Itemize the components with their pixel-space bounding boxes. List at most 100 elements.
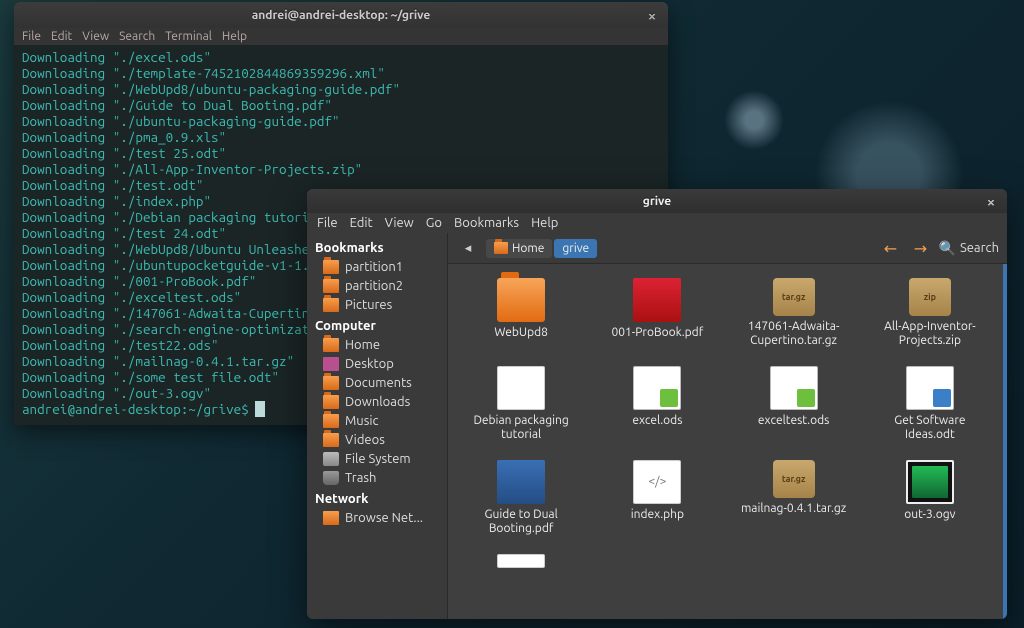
file-item[interactable]: Get Software Ideas.odt bbox=[865, 366, 995, 442]
sidebar-item-label: Videos bbox=[345, 433, 385, 447]
sidebar-item-videos[interactable]: Videos bbox=[315, 431, 441, 449]
sidebar-item-label: Home bbox=[345, 338, 380, 352]
sidebar-item-browse-network[interactable]: Browse Net... bbox=[315, 509, 441, 527]
file-item[interactable]: index.php bbox=[592, 460, 722, 536]
documents-icon bbox=[323, 376, 339, 390]
sidebar-item-documents[interactable]: Documents bbox=[315, 374, 441, 392]
search-label: Search bbox=[960, 241, 999, 255]
videos-icon bbox=[323, 433, 339, 447]
fm-menu-bookmarks[interactable]: Bookmarks bbox=[454, 216, 519, 230]
drive-icon bbox=[323, 452, 339, 466]
sidebar-item-partition1[interactable]: partition1 bbox=[315, 258, 441, 276]
breadcrumb: Home grive bbox=[486, 239, 597, 258]
fm-menu-view[interactable]: View bbox=[385, 216, 414, 230]
search-icon: 🔍 bbox=[939, 240, 956, 257]
php-icon bbox=[633, 460, 681, 504]
sidebar-item-downloads[interactable]: Downloads bbox=[315, 393, 441, 411]
sidebar-item-filesystem[interactable]: File System bbox=[315, 450, 441, 468]
sidebar-item-label: File System bbox=[345, 452, 411, 466]
file-item[interactable]: Guide to Dual Booting.pdf bbox=[456, 460, 586, 536]
music-icon bbox=[323, 414, 339, 428]
file-icon bbox=[497, 554, 545, 568]
file-item[interactable] bbox=[456, 554, 586, 568]
sidebar-item-pictures[interactable]: Pictures bbox=[315, 296, 441, 314]
search-button[interactable]: 🔍 Search bbox=[939, 240, 1000, 257]
file-item[interactable]: exceltest.ods bbox=[729, 366, 859, 442]
terminal-title: andrei@andrei-desktop: ~/grive bbox=[252, 9, 431, 22]
fm-toolbar: ◂ Home grive ← → 🔍 Search bbox=[448, 233, 1007, 264]
file-label: Guide to Dual Booting.pdf bbox=[461, 508, 581, 536]
fm-sidebar: Bookmarks partition1 partition2 Pictures… bbox=[307, 233, 447, 619]
sidebar-item-label: partition1 bbox=[345, 260, 403, 274]
file-item[interactable]: out-3.ogv bbox=[865, 460, 995, 536]
path-back-button[interactable]: ◂ bbox=[456, 237, 480, 259]
odt-icon bbox=[906, 366, 954, 410]
fm-menu-help[interactable]: Help bbox=[531, 216, 558, 230]
sidebar-header-bookmarks: Bookmarks bbox=[315, 241, 441, 255]
fm-menu-edit[interactable]: Edit bbox=[350, 216, 373, 230]
sidebar-item-label: Desktop bbox=[345, 357, 394, 371]
downloads-icon bbox=[323, 395, 339, 409]
terminal-cursor bbox=[256, 402, 264, 416]
fm-main: ◂ Home grive ← → 🔍 Search bbox=[447, 233, 1007, 619]
folder-icon bbox=[497, 278, 545, 322]
sidebar-item-music[interactable]: Music bbox=[315, 412, 441, 430]
terminal-menu-help[interactable]: Help bbox=[222, 30, 247, 43]
file-label: Debian packaging tutorial bbox=[461, 414, 581, 442]
fm-menubar: File Edit View Go Bookmarks Help bbox=[307, 213, 1007, 233]
sidebar-item-trash[interactable]: Trash bbox=[315, 469, 441, 487]
sidebar-item-label: Trash bbox=[345, 471, 376, 485]
home-icon bbox=[323, 338, 339, 352]
file-item[interactable]: Debian packaging tutorial bbox=[456, 366, 586, 442]
tar-icon bbox=[773, 278, 815, 316]
file-label: 001-ProBook.pdf bbox=[611, 326, 703, 340]
file-label: index.php bbox=[631, 508, 684, 522]
file-item[interactable]: excel.ods bbox=[592, 366, 722, 442]
fm-menu-file[interactable]: File bbox=[317, 216, 338, 230]
sidebar-item-label: Pictures bbox=[345, 298, 392, 312]
terminal-menu-view[interactable]: View bbox=[82, 30, 109, 43]
terminal-prompt: andrei@andrei-desktop:~/grive$ bbox=[22, 401, 256, 417]
file-item[interactable]: mailnag-0.4.1.tar.gz bbox=[729, 460, 859, 536]
fm-titlebar[interactable]: grive × bbox=[307, 189, 1007, 213]
fm-menu-go[interactable]: Go bbox=[426, 216, 442, 230]
folder-icon bbox=[323, 298, 339, 312]
terminal-menu-file[interactable]: File bbox=[22, 30, 41, 43]
breadcrumb-current[interactable]: grive bbox=[554, 239, 597, 258]
close-icon[interactable]: × bbox=[644, 7, 660, 23]
sidebar-item-desktop[interactable]: Desktop bbox=[315, 355, 441, 373]
sidebar-item-partition2[interactable]: partition2 bbox=[315, 277, 441, 295]
sidebar-item-home[interactable]: Home bbox=[315, 336, 441, 354]
close-icon[interactable]: × bbox=[983, 193, 999, 209]
breadcrumb-label: Home bbox=[512, 242, 544, 255]
fm-icon-grid[interactable]: WebUpd8 001-ProBook.pdf 147061-Adwaita-Cup… bbox=[448, 264, 1007, 619]
file-item[interactable]: 147061-Adwaita-Cupertino.tar.gz bbox=[729, 278, 859, 348]
sidebar-item-label: Music bbox=[345, 414, 379, 428]
pdf-blue-icon bbox=[497, 460, 545, 504]
file-label: exceltest.ods bbox=[758, 414, 829, 428]
nav-back-button[interactable]: ← bbox=[879, 237, 903, 259]
file-item[interactable]: All-App-Inventor-Projects.zip bbox=[865, 278, 995, 348]
breadcrumb-home[interactable]: Home bbox=[486, 239, 552, 258]
network-icon bbox=[323, 511, 339, 525]
file-label: excel.ods bbox=[632, 414, 682, 428]
home-icon bbox=[494, 242, 508, 254]
file-label: out-3.ogv bbox=[904, 508, 955, 522]
terminal-menu-terminal[interactable]: Terminal bbox=[165, 30, 212, 43]
terminal-titlebar[interactable]: andrei@andrei-desktop: ~/grive × bbox=[14, 2, 668, 28]
file-label: All-App-Inventor-Projects.zip bbox=[870, 320, 990, 348]
file-label: 147061-Adwaita-Cupertino.tar.gz bbox=[734, 320, 854, 348]
sidebar-item-label: Documents bbox=[345, 376, 412, 390]
zip-icon bbox=[909, 278, 951, 316]
breadcrumb-label: grive bbox=[562, 242, 589, 255]
ods-icon bbox=[770, 366, 818, 410]
ogv-icon bbox=[906, 460, 954, 504]
file-label: mailnag-0.4.1.tar.gz bbox=[741, 502, 846, 516]
terminal-menubar: File Edit View Search Terminal Help bbox=[14, 28, 668, 45]
nav-forward-button[interactable]: → bbox=[909, 237, 933, 259]
file-item[interactable]: 001-ProBook.pdf bbox=[592, 278, 722, 348]
file-item[interactable]: WebUpd8 bbox=[456, 278, 586, 348]
file-label: Get Software Ideas.odt bbox=[870, 414, 990, 442]
terminal-menu-edit[interactable]: Edit bbox=[51, 30, 72, 43]
terminal-menu-search[interactable]: Search bbox=[119, 30, 155, 43]
